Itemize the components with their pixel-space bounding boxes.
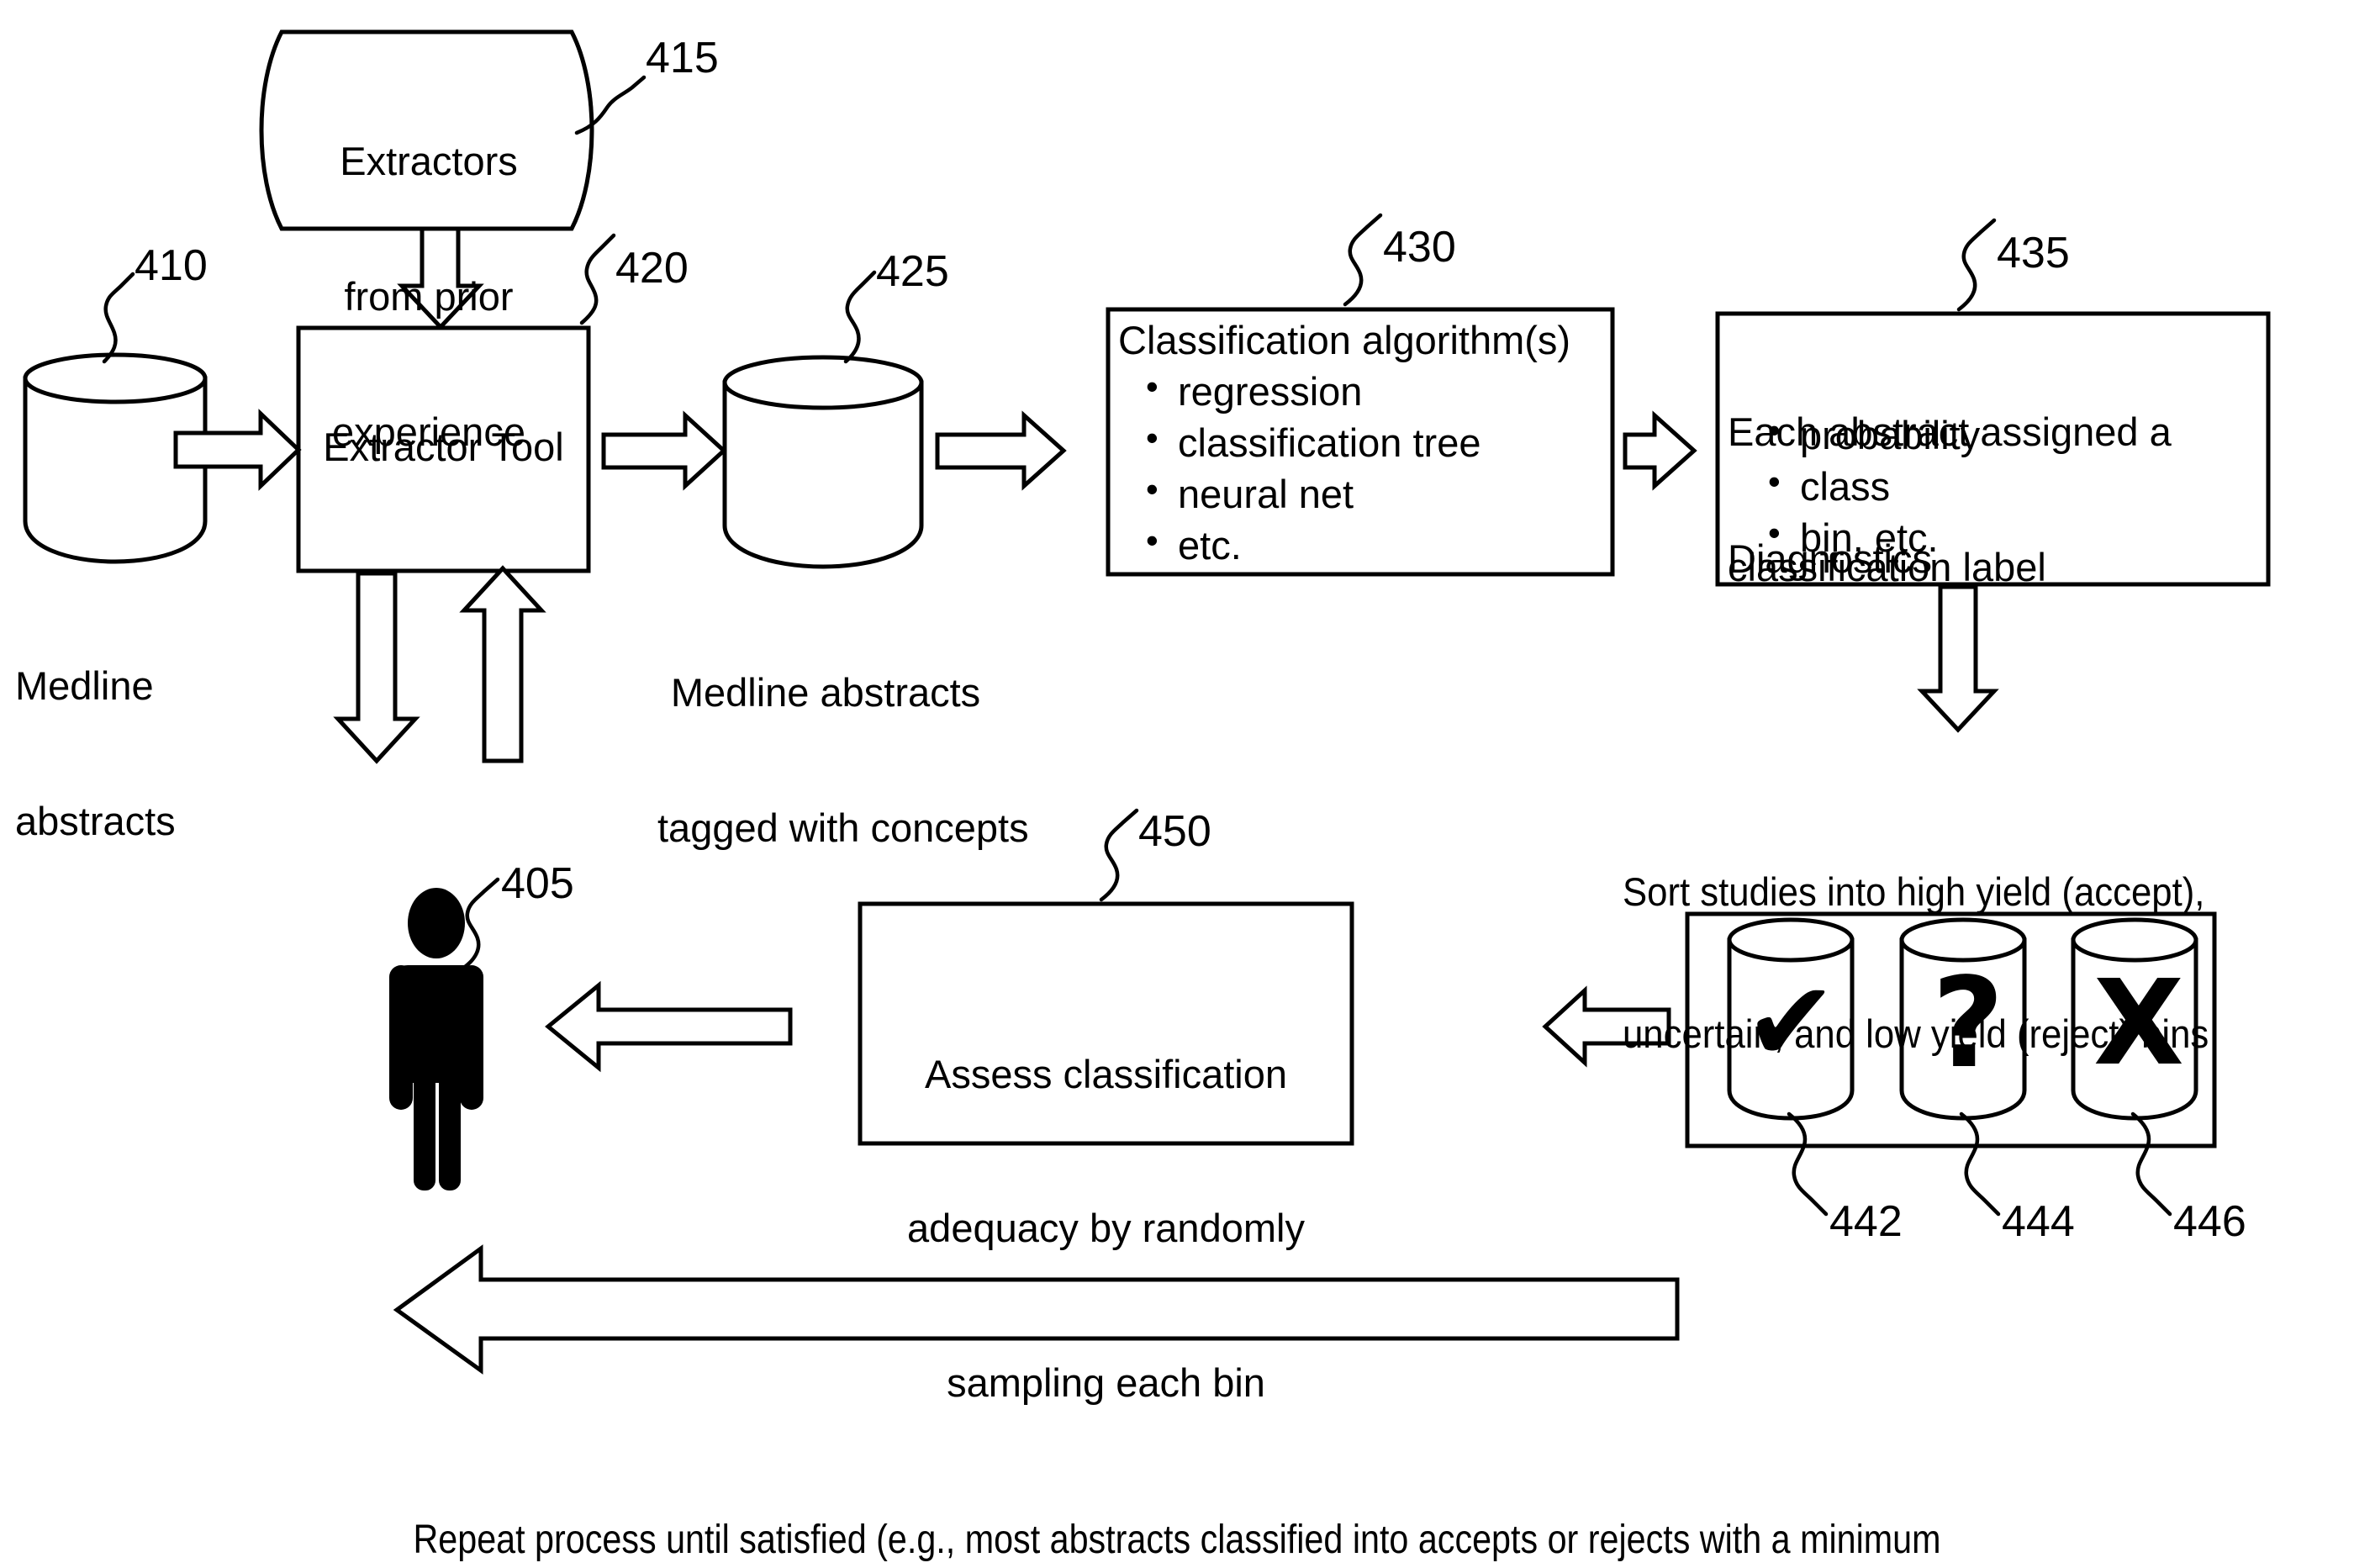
list-item: regression — [1139, 367, 1481, 414]
arrow-tool-up-in — [459, 565, 546, 763]
medline-db-caption: Medline abstracts — [15, 663, 176, 843]
ref-420: 420 — [615, 244, 689, 293]
classification-algorithms-bullets: regression classification tree neural ne… — [1139, 367, 1481, 573]
figure-canvas: .stroke { fill: none; stroke: #000; stro… — [0, 0, 2354, 1568]
arrow-classifier-to-labels — [1623, 410, 1697, 491]
ref-442: 442 — [1829, 1197, 1903, 1246]
ref-435: 435 — [1997, 229, 2070, 277]
labeled-abstracts-footer: Diagnostics — [1728, 536, 1932, 581]
ref-430: 430 — [1383, 223, 1456, 272]
x-mark-icon: X — [2093, 955, 2184, 1092]
arrow-tool-to-tagged — [601, 410, 727, 491]
ref-410: 410 — [135, 241, 208, 290]
ref-425: 425 — [876, 247, 949, 296]
question-mark-icon: ? — [1932, 951, 2004, 1095]
ref-405: 405 — [501, 859, 574, 908]
list-item: classification tree — [1139, 418, 1481, 466]
arrow-assess-to-person — [545, 980, 793, 1073]
ref-446: 446 — [2173, 1197, 2246, 1246]
list-item: probability — [1761, 410, 1980, 458]
arrow-tagged-to-classifier — [935, 410, 1067, 491]
classification-algorithms-title: Classification algorithm(s) — [1118, 318, 1571, 362]
ref-450: 450 — [1138, 807, 1211, 856]
list-item: class — [1761, 462, 1980, 509]
arrow-tool-down-out — [333, 571, 420, 764]
ref-444: 444 — [2002, 1197, 2075, 1246]
list-item: neural net — [1139, 469, 1481, 517]
tagged-db-caption: Medline abstracts tagged with concepts — [657, 670, 1029, 850]
extractor-tool-label: Extractor Tool — [323, 425, 564, 469]
person-icon-shape — [389, 888, 483, 1191]
list-item: etc. — [1139, 520, 1481, 568]
ref-415: 415 — [646, 34, 719, 82]
tagged-db-shape — [722, 355, 924, 569]
extractors-db-label: Extractors from prior experience — [332, 139, 525, 454]
bottom-caption: Repeat process until satisfied (e.g., mo… — [413, 1517, 1941, 1562]
checkmark-icon: ✔ — [1744, 958, 1838, 1087]
